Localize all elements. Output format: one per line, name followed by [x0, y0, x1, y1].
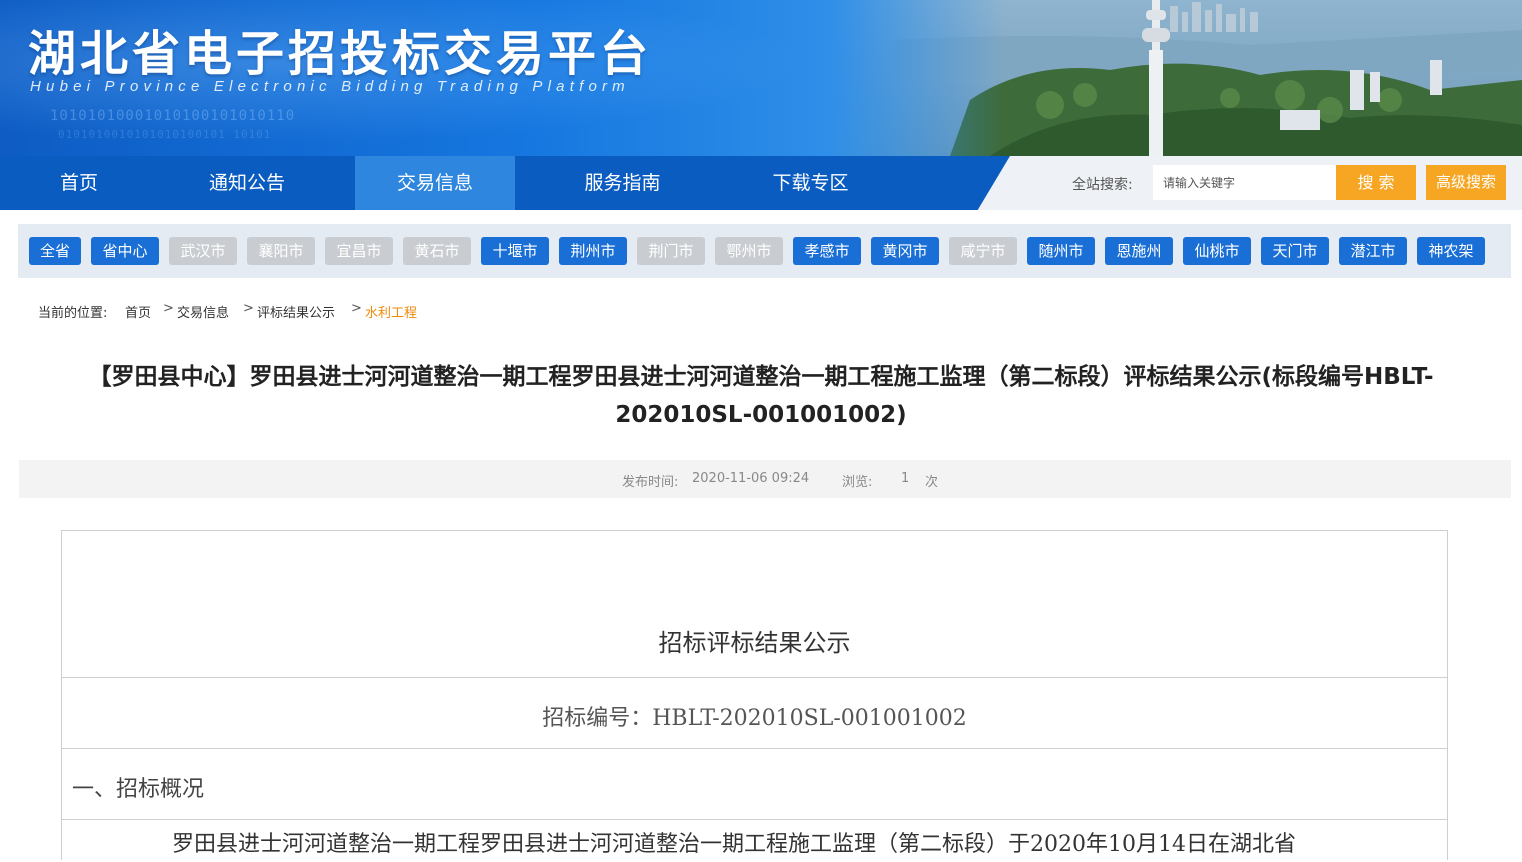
- banner-binary-decoration: 10101010001010100101010110: [50, 108, 296, 124]
- city-tag-huanggang[interactable]: 黄冈市: [871, 237, 939, 265]
- city-tag-xiantao[interactable]: 仙桃市: [1183, 237, 1251, 265]
- breadcrumb-separator: >: [351, 301, 362, 316]
- banner-binary-decoration-2: 0101010010101010100101 10101: [58, 128, 272, 141]
- publish-time: 2020-11-06 09:24: [692, 471, 810, 486]
- document-heading-row: 招标评标结果公示: [62, 531, 1447, 678]
- paragraph-text: 罗田县进士河河道整治一期工程罗田县进士河河道整治一期工程施工监理（第二标段）于2…: [172, 832, 1296, 857]
- nav-item-downloads[interactable]: 下载专区: [728, 156, 893, 210]
- nav-item-home[interactable]: 首页: [0, 156, 158, 210]
- site-search-input[interactable]: [1153, 165, 1336, 200]
- article-meta: 发布时间: 2020-11-06 09:24 浏览: 1 次: [19, 460, 1511, 498]
- nav-item-service-guide[interactable]: 服务指南: [540, 156, 705, 210]
- section-heading: 一、招标概况: [72, 777, 205, 802]
- city-tag-enshi[interactable]: 恩施州: [1105, 237, 1173, 265]
- city-tag-suizhou[interactable]: 随州市: [1027, 237, 1095, 265]
- city-tag-xiangyang[interactable]: 襄阳市: [247, 237, 315, 265]
- city-tag-huangshi[interactable]: 黄石市: [403, 237, 471, 265]
- announcement-document: 招标评标结果公示 招标编号：HBLT-202010SL-001001002 一、…: [61, 530, 1448, 860]
- nav-item-notices[interactable]: 通知公告: [158, 156, 336, 210]
- site-subtitle: Hubei Province Electronic Bidding Tradin…: [30, 78, 630, 95]
- city-tag-shennongjia[interactable]: 神农架: [1417, 237, 1485, 265]
- section-row: 一、招标概况: [62, 749, 1447, 820]
- publish-label: 发布时间:: [622, 475, 679, 490]
- city-tag-yichang[interactable]: 宜昌市: [325, 237, 393, 265]
- city-tag-provincial-center[interactable]: 省中心: [91, 237, 159, 265]
- city-tag-jingzhou[interactable]: 荆州市: [559, 237, 627, 265]
- breadcrumb-current[interactable]: 水利工程: [365, 302, 417, 321]
- breadcrumb-separator: >: [163, 301, 174, 316]
- city-tag-jingmen[interactable]: 荆门市: [637, 237, 705, 265]
- nav-item-trade-info[interactable]: 交易信息: [355, 156, 515, 210]
- site-title: 湖北省电子招投标交易平台: [28, 26, 653, 82]
- article-title-line-1: 【罗田县中心】罗田县进士河河道整治一期工程罗田县进士河河道整治一期工程施工监理（…: [88, 364, 1434, 390]
- views-unit: 次: [925, 475, 939, 490]
- document-heading: 招标评标结果公示: [658, 629, 851, 657]
- search-button[interactable]: 搜 索: [1336, 165, 1416, 200]
- city-tag-tianmen[interactable]: 天门市: [1261, 237, 1329, 265]
- city-tag-ezhou[interactable]: 鄂州市: [715, 237, 783, 265]
- city-tag-qianjiang[interactable]: 潜江市: [1339, 237, 1407, 265]
- article-title: 【罗田县中心】罗田县进士河河道整治一期工程罗田县进士河河道整治一期工程施工监理（…: [60, 358, 1462, 434]
- paragraph-row: 罗田县进士河河道整治一期工程罗田县进士河河道整治一期工程施工监理（第二标段）于2…: [62, 820, 1447, 862]
- views-label: 浏览:: [842, 475, 873, 490]
- bid-number-row: 招标编号：HBLT-202010SL-001001002: [62, 678, 1447, 749]
- breadcrumb-prefix: 当前的位置:: [38, 306, 108, 321]
- breadcrumb-separator: >: [243, 301, 254, 316]
- advanced-search-button[interactable]: 高级搜索: [1426, 165, 1506, 200]
- breadcrumb-bid-results[interactable]: 评标结果公示: [257, 302, 335, 321]
- breadcrumb-trade-info[interactable]: 交易信息: [177, 302, 229, 321]
- city-tag-xianning[interactable]: 咸宁市: [949, 237, 1017, 265]
- wuhan-skyline-image: [830, 0, 1522, 156]
- views-count: 1: [901, 471, 910, 486]
- city-tag-shiyan[interactable]: 十堰市: [481, 237, 549, 265]
- city-tag-xiaogan[interactable]: 孝感市: [793, 237, 861, 265]
- site-banner: 10101010001010100101010110 0101010010101…: [0, 0, 1522, 156]
- article-title-line-2: 202010SL-001001002): [615, 402, 907, 428]
- bid-number: 招标编号：HBLT-202010SL-001001002: [542, 706, 967, 731]
- city-tag-province[interactable]: 全省: [29, 237, 81, 265]
- city-tag-wuhan[interactable]: 武汉市: [169, 237, 237, 265]
- site-search-label: 全站搜索:: [1072, 177, 1133, 193]
- breadcrumb-home[interactable]: 首页: [125, 302, 151, 321]
